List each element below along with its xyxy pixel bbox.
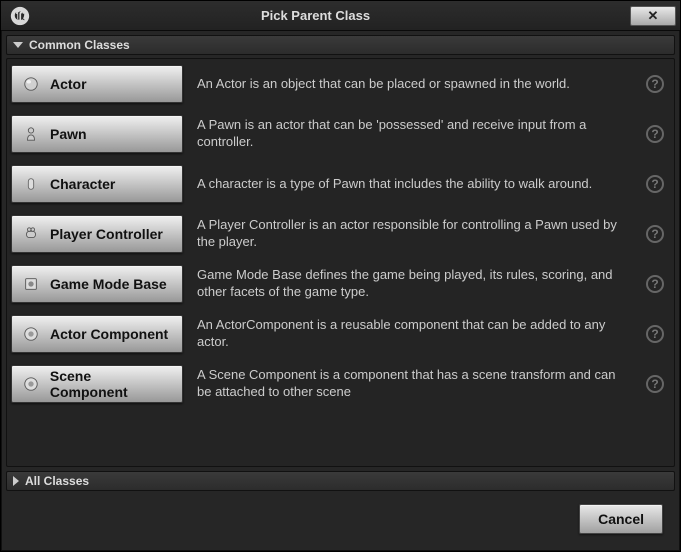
class-description: A Scene Component is a component that ha… bbox=[197, 367, 632, 401]
section-label: All Classes bbox=[25, 474, 89, 488]
class-label: Character bbox=[50, 176, 115, 192]
class-button-player-controller[interactable]: Player Controller bbox=[11, 215, 183, 253]
class-label: Scene Component bbox=[50, 368, 172, 400]
dialog-footer: Cancel bbox=[6, 494, 675, 546]
class-row-player-controller: Player Controller A Player Controller is… bbox=[11, 215, 670, 253]
help-icon[interactable]: ? bbox=[646, 175, 664, 193]
game-mode-icon bbox=[22, 275, 40, 293]
help-icon[interactable]: ? bbox=[646, 125, 664, 143]
class-row-game-mode: Game Mode Base Game Mode Base defines th… bbox=[11, 265, 670, 303]
common-classes-header[interactable]: Common Classes bbox=[6, 35, 675, 55]
actor-component-icon bbox=[22, 325, 40, 343]
class-row-scene-component: Scene Component A Scene Component is a c… bbox=[11, 365, 670, 403]
player-controller-icon bbox=[22, 225, 40, 243]
class-row-actor: Actor An Actor is an object that can be … bbox=[11, 65, 670, 103]
class-row-character: Character A character is a type of Pawn … bbox=[11, 165, 670, 203]
class-label: Actor Component bbox=[50, 326, 168, 342]
class-description: A character is a type of Pawn that inclu… bbox=[197, 176, 632, 193]
dialog-body: Common Classes Actor An Actor is an obje… bbox=[1, 31, 680, 551]
close-button[interactable]: ✕ bbox=[630, 6, 676, 26]
close-icon: ✕ bbox=[648, 8, 659, 24]
titlebar: Pick Parent Class ✕ bbox=[1, 1, 680, 31]
class-description: An ActorComponent is a reusable componen… bbox=[197, 317, 632, 351]
window-title: Pick Parent Class bbox=[1, 8, 630, 23]
class-button-scene-component[interactable]: Scene Component bbox=[11, 365, 183, 403]
class-button-actor[interactable]: Actor bbox=[11, 65, 183, 103]
help-icon[interactable]: ? bbox=[646, 225, 664, 243]
class-description: A Pawn is an actor that can be 'possesse… bbox=[197, 117, 632, 151]
common-classes-list: Actor An Actor is an object that can be … bbox=[6, 58, 675, 467]
class-description: Game Mode Base defines the game being pl… bbox=[197, 267, 632, 301]
class-row-pawn: Pawn A Pawn is an actor that can be 'pos… bbox=[11, 115, 670, 153]
class-label: Player Controller bbox=[50, 226, 163, 242]
cancel-button[interactable]: Cancel bbox=[579, 504, 663, 534]
section-label: Common Classes bbox=[29, 38, 130, 52]
class-description: A Player Controller is an actor responsi… bbox=[197, 217, 632, 251]
class-button-actor-component[interactable]: Actor Component bbox=[11, 315, 183, 353]
actor-icon bbox=[22, 75, 40, 93]
help-icon[interactable]: ? bbox=[646, 325, 664, 343]
class-button-character[interactable]: Character bbox=[11, 165, 183, 203]
help-icon[interactable]: ? bbox=[646, 75, 664, 93]
pick-parent-class-window: Pick Parent Class ✕ Common Classes Actor… bbox=[0, 0, 681, 552]
help-icon[interactable]: ? bbox=[646, 375, 664, 393]
class-description: An Actor is an object that can be placed… bbox=[197, 76, 632, 93]
class-label: Actor bbox=[50, 76, 87, 92]
character-icon bbox=[22, 175, 40, 193]
class-button-pawn[interactable]: Pawn bbox=[11, 115, 183, 153]
expand-arrow-icon bbox=[13, 42, 23, 48]
pawn-icon bbox=[22, 125, 40, 143]
scene-component-icon bbox=[22, 375, 40, 393]
class-row-actor-component: Actor Component An ActorComponent is a r… bbox=[11, 315, 670, 353]
collapse-arrow-icon bbox=[13, 476, 19, 486]
class-label: Game Mode Base bbox=[50, 276, 167, 292]
help-icon[interactable]: ? bbox=[646, 275, 664, 293]
all-classes-header[interactable]: All Classes bbox=[6, 471, 675, 491]
class-button-game-mode[interactable]: Game Mode Base bbox=[11, 265, 183, 303]
class-label: Pawn bbox=[50, 126, 87, 142]
